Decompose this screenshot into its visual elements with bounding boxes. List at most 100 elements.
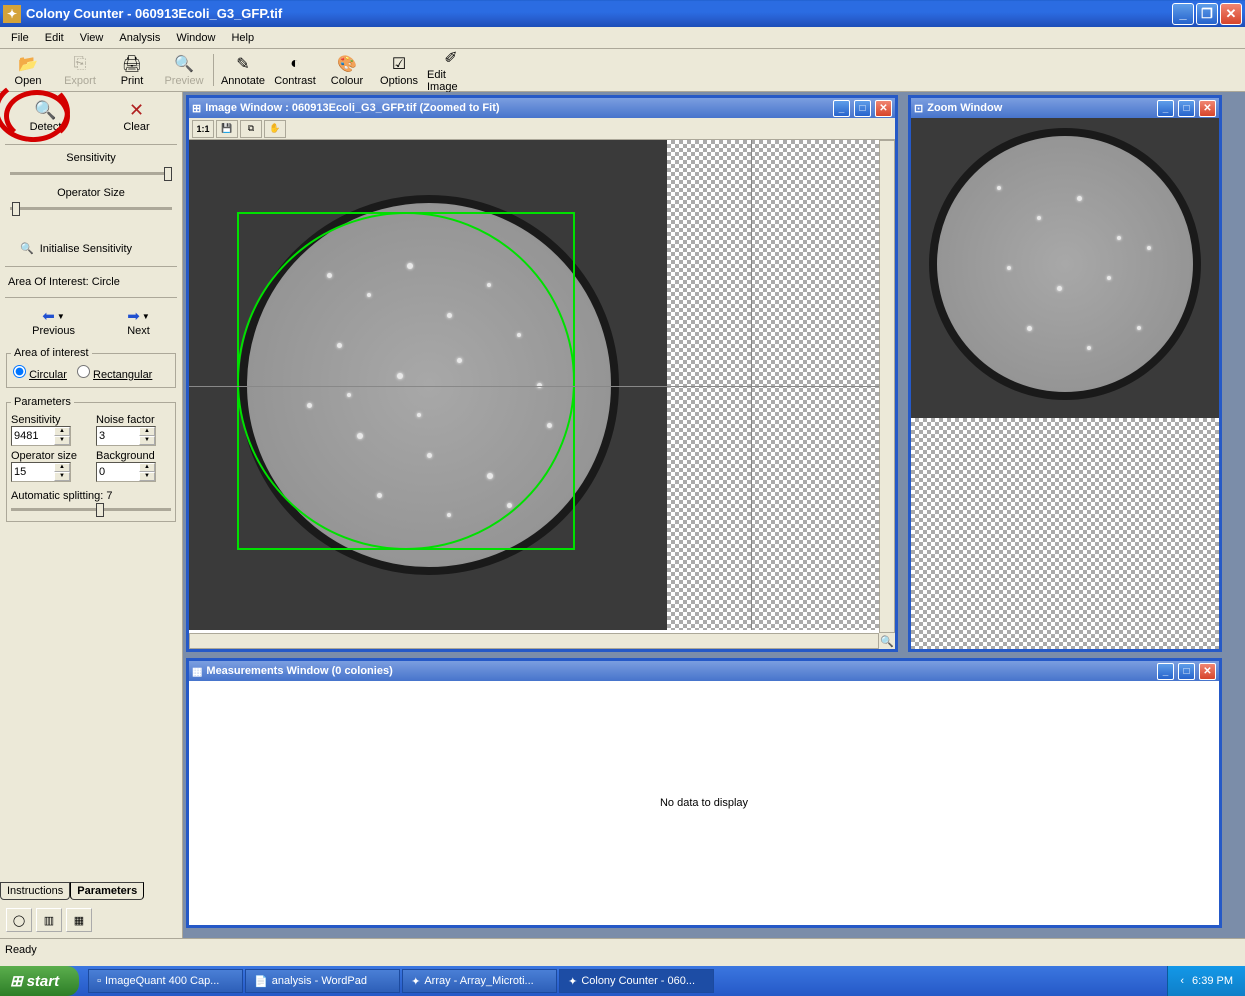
contrast-button[interactable]: ◐ Contrast [269,51,321,89]
dish-view-icon[interactable]: ◯ [6,908,32,932]
tool-hand-icon[interactable]: ✋ [264,120,286,138]
auto-split-slider[interactable] [11,508,171,511]
tab-parameters[interactable]: Parameters [70,882,144,900]
app-icon: ✦ [411,975,420,988]
system-tray[interactable]: ‹ 6:39 PM [1167,966,1245,996]
taskbar-item[interactable]: ✦Array - Array_Microti... [402,969,557,993]
app-icon: ▫ [97,975,101,987]
window-icon: ⊡ [914,102,923,115]
operator-size-spinner[interactable]: ▲▼ [11,462,71,482]
taskbar-item-active[interactable]: ✦Colony Counter - 060... [559,969,714,993]
tray-icon[interactable]: ‹ [1180,975,1184,987]
image-window-close[interactable]: ✕ [875,100,892,117]
tab-instructions[interactable]: Instructions [0,882,70,900]
print-button[interactable]: 🖨 Print [106,51,158,89]
zoom-empty-area [911,418,1219,649]
crosshair-h [189,386,879,387]
magnifier-icon: 🔍 [34,100,56,121]
app-icon: ✦ [568,975,577,988]
zoom-corner-icon[interactable]: 🔍 [879,633,895,649]
separator [5,144,177,145]
clear-button[interactable]: ✕ Clear [108,100,166,133]
parameters-fieldset: Parameters Sensitivity ▲▼ Noise factor ▲… [6,396,176,522]
clock: 6:39 PM [1192,975,1233,987]
app-maximize-button[interactable]: ❐ [1196,3,1218,25]
app-titlebar: ✦ Colony Counter - 060913Ecoli_G3_GFP.ti… [0,0,1245,27]
start-button[interactable]: ⊞ start [0,966,79,996]
horizontal-scrollbar[interactable] [189,633,879,649]
measurements-maximize[interactable]: □ [1178,663,1195,680]
detect-button[interactable]: 🔍 Detect [17,100,75,133]
separator [5,266,177,267]
vertical-scrollbar[interactable] [879,140,895,633]
zoom-window-close[interactable]: ✕ [1199,100,1216,117]
selection-circle[interactable] [237,212,575,550]
image-window: ⊞ Image Window : 060913Ecoli_G3_GFP.tif … [186,95,898,652]
app-close-button[interactable]: ✕ [1220,3,1242,25]
taskbar-item[interactable]: 📄analysis - WordPad [245,969,400,993]
background-spinner[interactable]: ▲▼ [96,462,156,482]
plate-view-icon[interactable]: ▥ [36,908,62,932]
menubar: File Edit View Analysis Window Help [0,27,1245,49]
magnifier-icon: 🔍 [20,242,34,255]
zoom-window-maximize[interactable]: □ [1178,100,1195,117]
zoom-window-minimize[interactable]: _ [1157,100,1174,117]
separator [5,297,177,298]
image-window-titlebar[interactable]: ⊞ Image Window : 060913Ecoli_G3_GFP.tif … [189,98,895,118]
crosshair-v [751,140,752,630]
open-button[interactable]: 📂 Open [2,51,54,89]
menu-view[interactable]: View [72,29,112,47]
spin-down-icon[interactable]: ▼ [139,436,155,445]
image-window-maximize[interactable]: □ [854,100,871,117]
measurements-titlebar[interactable]: ▦ Measurements Window (0 colonies) _ □ ✕ [189,661,1219,681]
menu-window[interactable]: Window [168,29,223,47]
grid-icon: ▦ [192,665,202,678]
menu-file[interactable]: File [3,29,37,47]
main-toolbar: 📂 Open ⎘ Export 🖨 Print 🔍 Preview ✎ Anno… [0,49,1245,92]
grid-view-icon[interactable]: ▦ [66,908,92,932]
spin-down-icon[interactable]: ▼ [54,472,70,481]
annotate-button[interactable]: ✎ Annotate [217,51,269,89]
sensitivity-label: Sensitivity [10,150,172,166]
sensitivity-slider[interactable] [10,172,172,175]
app-minimize-button[interactable]: _ [1172,3,1194,25]
spin-down-icon[interactable]: ▼ [139,472,155,481]
taskbar-item[interactable]: ▫ImageQuant 400 Cap... [88,969,243,993]
options-icon: ☑ [389,54,409,74]
chevron-down-icon: ▼ [57,312,65,321]
menu-analysis[interactable]: Analysis [111,29,168,47]
colour-button[interactable]: 🎨 Colour [321,51,373,89]
spin-up-icon[interactable]: ▲ [139,463,155,472]
circular-radio[interactable]: Circular [13,365,67,381]
rectangular-radio[interactable]: Rectangular [77,365,152,381]
initialise-sensitivity-button[interactable]: 🔍 Initialise Sensitivity [0,234,182,263]
sensitivity-spinner[interactable]: ▲▼ [11,426,71,446]
operator-size-slider[interactable] [10,207,172,210]
zoom-window-titlebar[interactable]: ⊡ Zoom Window _ □ ✕ [911,98,1219,118]
spin-up-icon[interactable]: ▲ [54,427,70,436]
edit-image-button[interactable]: ✐ Edit Image [425,51,477,89]
toolbar-separator [213,54,214,86]
mdi-area: ⊞ Image Window : 060913Ecoli_G3_GFP.tif … [183,92,1245,938]
tool-save-icon[interactable]: 💾 [216,120,238,138]
image-toolbar: 1:1 💾 ⧉ ✋ [189,118,895,140]
tool-1to1[interactable]: 1:1 [192,120,214,138]
menu-edit[interactable]: Edit [37,29,72,47]
zoom-viewport[interactable] [911,118,1219,649]
image-viewport[interactable]: 🔍 [189,140,895,649]
image-window-minimize[interactable]: _ [833,100,850,117]
options-button[interactable]: ☑ Options [373,51,425,89]
next-button[interactable]: ➡▼ Next [127,307,150,337]
export-button: ⎘ Export [54,51,106,89]
menu-help[interactable]: Help [223,29,262,47]
noise-factor-spinner[interactable]: ▲▼ [96,426,156,446]
spin-down-icon[interactable]: ▼ [54,436,70,445]
measurements-minimize[interactable]: _ [1157,663,1174,680]
measurements-close[interactable]: ✕ [1199,663,1216,680]
zoom-petri-dish [929,128,1201,400]
spin-up-icon[interactable]: ▲ [139,427,155,436]
spin-up-icon[interactable]: ▲ [54,463,70,472]
tool-copy-icon[interactable]: ⧉ [240,120,262,138]
previous-button[interactable]: ⬅▼ Previous [32,307,75,337]
palette-icon: 🎨 [337,54,357,74]
